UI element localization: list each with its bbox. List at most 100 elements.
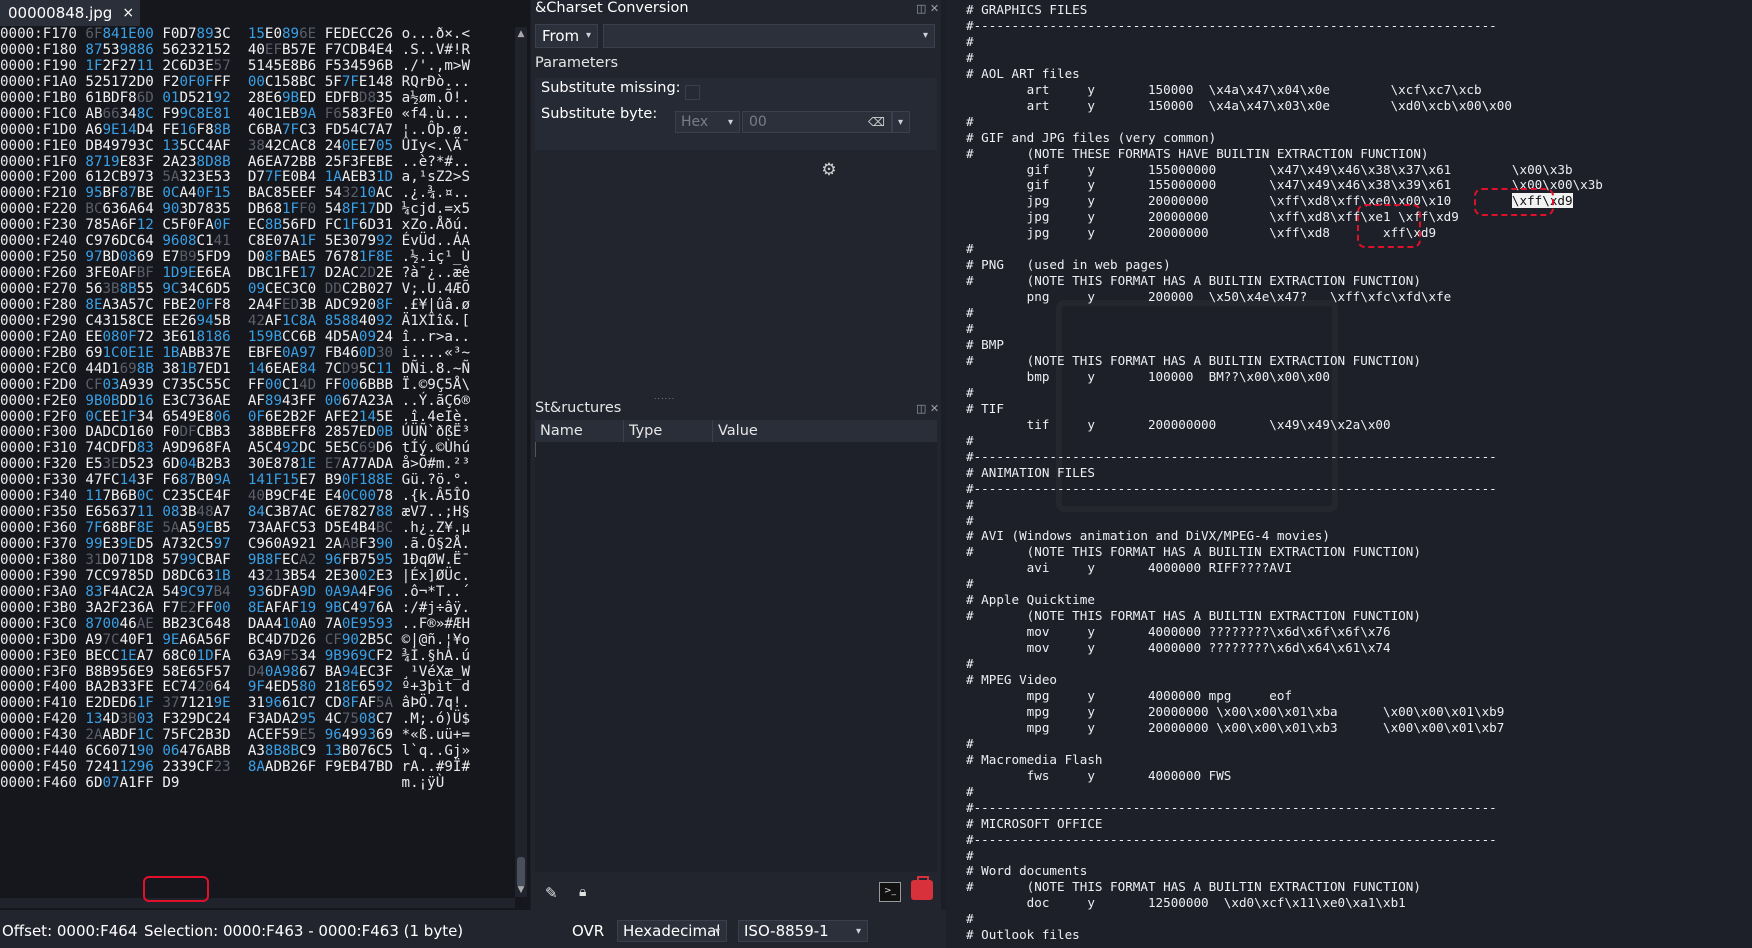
hex-byte[interactable]: ED (325, 90, 342, 106)
hex-row[interactable]: 0000:F410 E2DED61F 3771219E 319661C7 CD8… (0, 695, 515, 712)
ascii-column[interactable]: ¾Ì.§hÀ.ú (402, 648, 470, 664)
from-dropdown[interactable]: From ▾ (535, 24, 598, 48)
hex-byte[interactable]: 56 (282, 217, 299, 233)
hex-byte[interactable]: 8B (214, 122, 231, 138)
hex-byte[interactable]: B4 (214, 584, 231, 600)
hex-byte[interactable]: 10 (282, 616, 299, 632)
hex-byte[interactable]: DC (299, 440, 316, 456)
hex-byte[interactable]: F7 (325, 42, 342, 58)
hex-byte[interactable]: 53 (103, 42, 120, 58)
hex-byte[interactable]: CC (282, 329, 299, 345)
hex-row[interactable]: 0000:F1C0 AB66348C F99C8E81 40C1EB9A F65… (0, 106, 515, 123)
hex-byte[interactable]: 03 (103, 377, 120, 393)
hex-byte[interactable]: A6 (248, 154, 265, 170)
hex-byte[interactable]: 4D (325, 329, 342, 345)
hex-byte[interactable]: B0 (342, 743, 359, 759)
hex-row[interactable]: 0000:F1E0 DB49793C 135CC4AF 3842CAC8 240… (0, 138, 515, 155)
hex-byte[interactable]: 1B (162, 345, 179, 361)
hex-editor-pane[interactable]: 00000848.jpg × 0000:F170 6F841E00 F0D789… (0, 0, 530, 910)
ascii-column[interactable]: .ô¬*T..´ (402, 584, 470, 600)
hex-byte[interactable]: C7 (376, 711, 393, 727)
hex-byte[interactable]: FD (120, 440, 137, 456)
hex-byte[interactable]: 23 (179, 616, 196, 632)
hex-byte[interactable]: 58 (282, 74, 299, 90)
hex-byte[interactable]: 80 (299, 679, 316, 695)
hex-byte[interactable]: 8B (265, 743, 282, 759)
hex-byte[interactable]: E1 (359, 74, 376, 90)
hex-byte[interactable]: CD (342, 42, 359, 58)
hex-byte[interactable]: EC (359, 664, 376, 680)
hex-byte[interactable]: 76 (103, 233, 120, 249)
hex-byte[interactable]: DF (179, 424, 196, 440)
hex-byte[interactable]: AF (265, 600, 282, 616)
hex-byte[interactable]: F8 (120, 90, 137, 106)
panel-float-close-icon[interactable]: ◫ ✕ (916, 2, 939, 15)
hex-byte[interactable]: E5 (299, 249, 316, 265)
hex-byte[interactable]: 96 (162, 233, 179, 249)
hex-byte[interactable]: BC (299, 74, 316, 90)
hex-byte[interactable]: 6A (376, 600, 393, 616)
hex-byte[interactable]: 6F (120, 217, 137, 233)
hex-byte[interactable]: E7 (162, 249, 179, 265)
hex-byte[interactable]: C9 (103, 568, 120, 584)
hex-byte[interactable]: 48 (376, 74, 393, 90)
hex-byte[interactable]: 40 (248, 106, 265, 122)
toolbox-icon[interactable] (911, 876, 933, 900)
hex-byte[interactable]: 4D (299, 377, 316, 393)
hex-byte[interactable]: DD (120, 393, 137, 409)
hex-row[interactable]: 0000:F3A0 83F4AC2A 549C97B4 936DFA9D 0A9… (0, 584, 515, 601)
hex-byte[interactable]: 31 (248, 695, 265, 711)
hex-byte[interactable]: 83 (85, 584, 102, 600)
hex-byte[interactable]: 40 (120, 632, 137, 648)
hex-byte[interactable]: 24 (376, 329, 393, 345)
hex-byte[interactable]: 2B (359, 632, 376, 648)
hex-row[interactable]: 0000:F330 47FC143F F687B09A 141F15E7 B90… (0, 472, 515, 489)
hex-byte[interactable]: 34 (299, 648, 316, 664)
hex-byte[interactable]: 5A (162, 169, 179, 185)
hex-byte[interactable]: 38 (248, 424, 265, 440)
hex-byte[interactable]: 40 (248, 488, 265, 504)
ascii-column[interactable]: 1ÐqØW.Ë¯ (402, 552, 470, 568)
hex-byte[interactable]: C7 (299, 695, 316, 711)
hex-byte[interactable]: C3 (265, 504, 282, 520)
hex-byte[interactable]: 0E (120, 345, 137, 361)
ascii-column[interactable]: a,¹sZ2>S (402, 169, 470, 185)
close-tab-icon[interactable]: × (122, 5, 134, 21)
hex-byte[interactable]: 68 (103, 520, 120, 536)
config-line[interactable]: tif y 200000000 \x49\x49\x2a\x00 (966, 417, 1603, 433)
hex-byte[interactable]: 59 (282, 727, 299, 743)
ascii-column[interactable]: æV7..;H§ (402, 504, 470, 520)
hex-byte[interactable]: 51 (103, 74, 120, 90)
hex-byte[interactable]: FE (162, 122, 179, 138)
hex-byte[interactable]: 0F (197, 185, 214, 201)
hex-byte[interactable]: 15 (282, 472, 299, 488)
hex-byte[interactable]: 86 (137, 42, 154, 58)
hex-byte[interactable]: F3 (248, 711, 265, 727)
hex-byte[interactable]: 31 (376, 217, 393, 233)
hex-byte[interactable]: 6A (197, 743, 214, 759)
hex-byte[interactable]: E6 (265, 90, 282, 106)
hex-row[interactable]: 0000:F270 563B8B55 9C34C6D5 09CEC3C0 DDC… (0, 281, 515, 298)
hex-byte[interactable]: 00 (248, 74, 265, 90)
hex-byte[interactable]: 40 (359, 313, 376, 329)
hex-byte[interactable]: 0F (197, 297, 214, 313)
hex-byte[interactable]: CF (282, 488, 299, 504)
hex-byte[interactable]: 64 (137, 201, 154, 217)
config-line[interactable]: # (966, 385, 1603, 401)
hex-byte[interactable]: C1 (265, 265, 282, 281)
hex-byte[interactable]: 6E (265, 409, 282, 425)
hex-byte[interactable]: 3D (214, 727, 231, 743)
hex-byte[interactable]: 39 (137, 377, 154, 393)
config-line[interactable]: # TIF (966, 401, 1603, 417)
hex-byte[interactable]: 35 (214, 201, 231, 217)
hex-byte[interactable]: DC (179, 568, 196, 584)
hex-byte[interactable]: 8C (137, 106, 154, 122)
hex-byte[interactable]: 60 (103, 743, 120, 759)
hex-byte[interactable]: 38 (162, 361, 179, 377)
config-line[interactable]: gif y 155000000 \x47\x49\x46\x38\x37\x61… (966, 162, 1603, 178)
hex-byte[interactable]: 6F (214, 632, 231, 648)
ascii-column[interactable]: «f4.ù... (402, 106, 470, 122)
hex-byte[interactable]: 3C (137, 138, 154, 154)
hex-byte[interactable]: 12 (137, 217, 154, 233)
hex-byte[interactable]: 3F (359, 106, 376, 122)
